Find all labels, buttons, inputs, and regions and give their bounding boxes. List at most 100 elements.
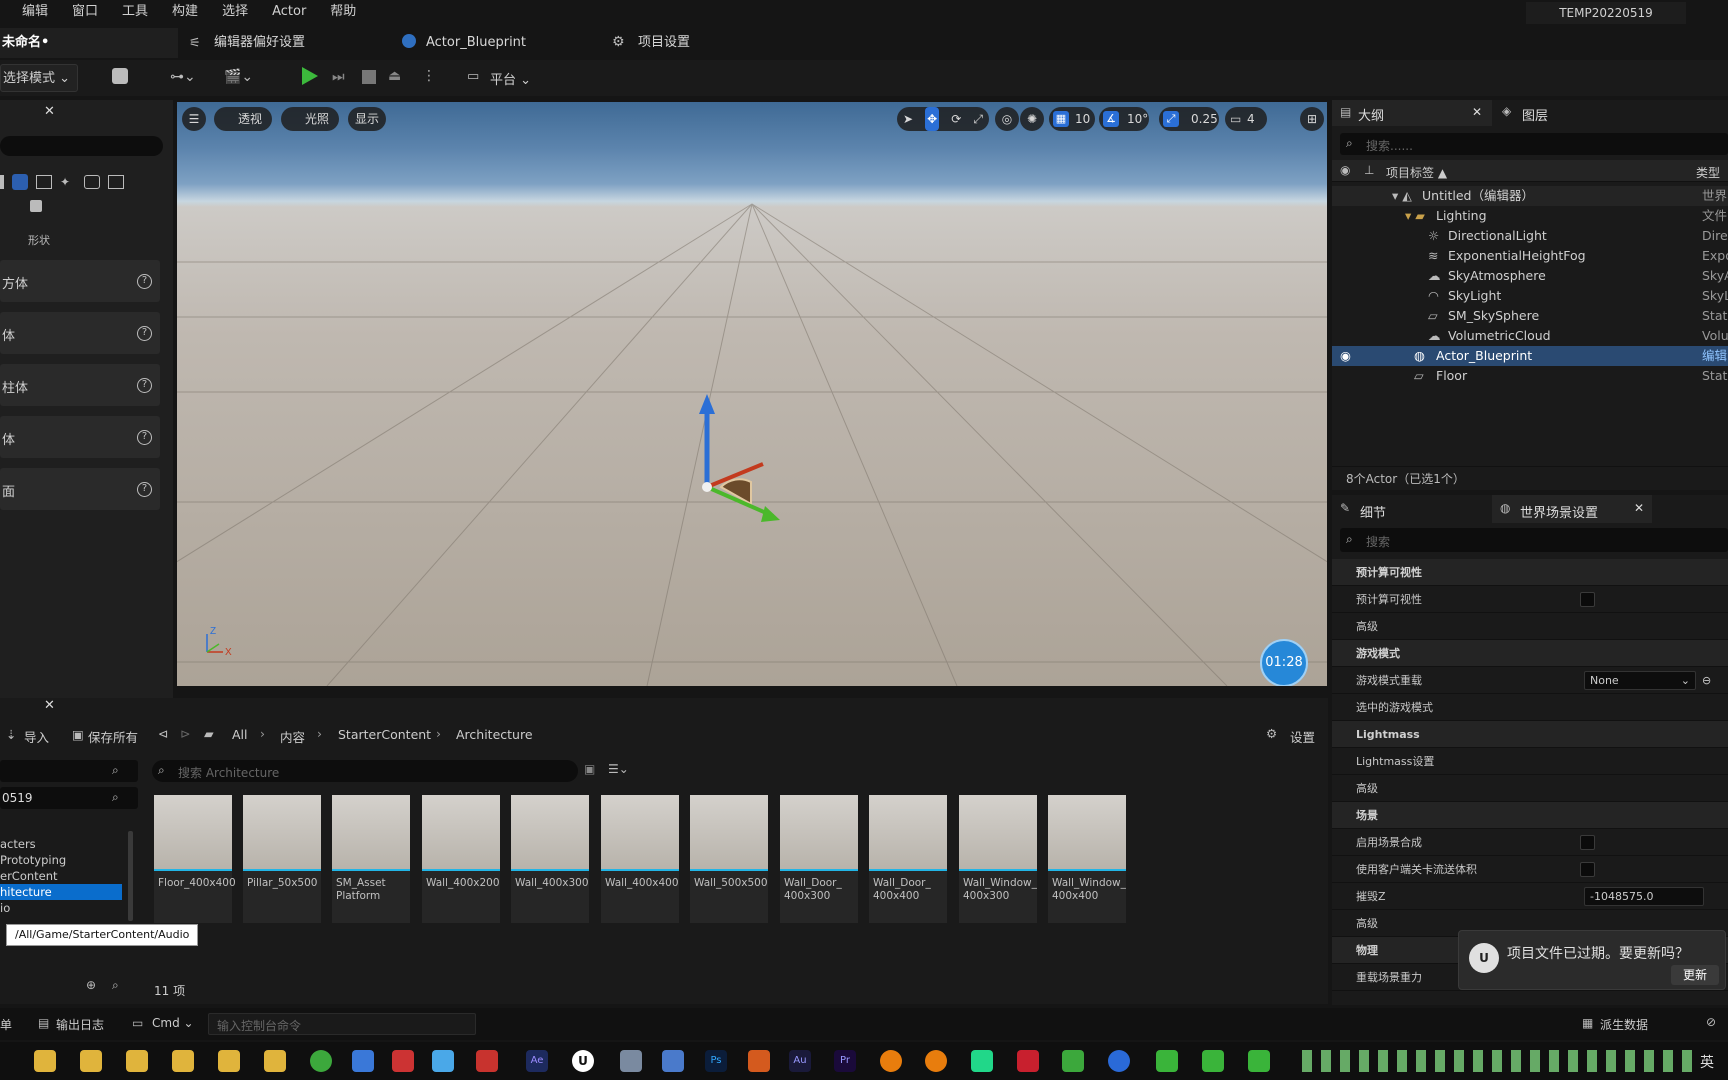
pycharm-icon[interactable] (971, 1050, 993, 1072)
close-icon[interactable]: ✕ (44, 698, 55, 713)
advanced-row[interactable]: 高级 (1332, 613, 1728, 640)
photoshop-icon[interactable]: Ps (705, 1050, 727, 1072)
audition-icon[interactable]: Au (789, 1050, 811, 1072)
language-indicator[interactable]: 英 (1700, 1052, 1714, 1072)
folder-icon[interactable] (218, 1050, 240, 1072)
tab-details[interactable]: 细节 (1360, 502, 1386, 521)
settings-button[interactable]: 设置 (1290, 727, 1315, 746)
asset-tile[interactable]: Wall_Door_ 400x300 (780, 795, 858, 923)
lighting-button[interactable]: 光照 (281, 107, 339, 131)
all-classes-icon[interactable] (108, 175, 124, 189)
folder-filter-input[interactable]: 0519 ⌕ (0, 787, 138, 809)
search-icon[interactable]: ⌕ (112, 978, 119, 993)
outliner-row[interactable]: ▱ SM_SkySphere Stati (1332, 306, 1728, 326)
add-filter-icon[interactable]: ⊕ (86, 978, 96, 992)
platform-menu[interactable]: 平台 ⌄ (490, 69, 531, 88)
source-control-icon[interactable]: ⊘ (1706, 1015, 1716, 1029)
show-button[interactable]: 显示 (348, 107, 386, 131)
forward-icon[interactable]: ⊳ (180, 726, 190, 741)
menu-tools[interactable]: 工具 (110, 0, 160, 24)
app-icon[interactable] (1108, 1050, 1130, 1072)
breadcrumb-content[interactable]: 内容 (280, 727, 305, 746)
expandable-row[interactable]: Lightmass设置 (1332, 748, 1728, 775)
shape-cone[interactable]: 体? (0, 416, 160, 458)
column-type[interactable]: 类型 (1696, 164, 1720, 181)
rotate-icon[interactable]: ⟳ (951, 107, 961, 131)
advanced-row[interactable]: 高级 (1332, 775, 1728, 802)
layout-icon[interactable]: ⊞ (1300, 107, 1324, 131)
sources-search-input[interactable]: ⌕ (0, 760, 138, 782)
close-icon[interactable]: ✕ (1634, 501, 1644, 515)
menu-edit[interactable]: 编辑 (10, 0, 60, 24)
outliner-row[interactable]: ≋ ExponentialHeightFog Expo (1332, 246, 1728, 266)
checkbox[interactable] (1580, 835, 1595, 850)
cmd-select[interactable]: Cmd ⌄ (152, 1016, 194, 1030)
scale-snap-icon[interactable]: ⤢ (1163, 111, 1179, 127)
step-icon[interactable]: ⏭ (332, 69, 345, 85)
app-icon[interactable] (476, 1050, 498, 1072)
visibility-icon[interactable]: ◉ (1340, 346, 1351, 366)
menu-help[interactable]: 帮助 (318, 0, 368, 24)
folder-icon[interactable] (126, 1050, 148, 1072)
folder-item[interactable]: Prototyping (0, 852, 134, 868)
asset-tile[interactable]: Pillar_50x500 (243, 795, 321, 923)
after-effects-icon[interactable]: Ae (526, 1050, 548, 1072)
asset-search-input[interactable]: ⌕ 搜索 Architecture (152, 760, 578, 782)
category-lightmass[interactable]: Lightmass (1332, 721, 1728, 748)
breadcrumb-architecture[interactable]: Architecture (456, 727, 533, 742)
world-local-icon[interactable]: ◎ (995, 107, 1019, 131)
folder-icon[interactable] (264, 1050, 286, 1072)
folder-icon[interactable] (34, 1050, 56, 1072)
iqiyi-icon[interactable] (1202, 1050, 1224, 1072)
help-icon[interactable]: ? (137, 378, 152, 393)
lights-icon[interactable] (36, 175, 52, 189)
tab-editor-preferences[interactable]: 编辑器偏好设置 (214, 28, 305, 58)
app-icon[interactable] (1248, 1050, 1270, 1072)
derived-data-button[interactable]: 派生数据 (1600, 1016, 1648, 1033)
breadcrumb-startercontent[interactable]: StarterContent (338, 727, 431, 742)
outliner-row-selected[interactable]: ◉ ◍ Actor_Blueprint 编辑 (1332, 346, 1728, 366)
asset-tile[interactable]: Wall_400x300 (511, 795, 589, 923)
tab-layers[interactable]: 图层 (1522, 105, 1548, 124)
reset-icon[interactable]: ⊖ (1702, 667, 1711, 694)
blueprint-menu-icon[interactable]: ⊶⌄ (170, 69, 196, 85)
eject-icon[interactable]: ⏏ (388, 68, 401, 84)
app-icon[interactable] (392, 1050, 414, 1072)
solidworks-icon[interactable] (1017, 1050, 1039, 1072)
move-icon[interactable]: ✥ (925, 107, 940, 131)
asset-tile[interactable]: Wall_Window_ 400x400 (1048, 795, 1126, 923)
folder-icon[interactable] (172, 1050, 194, 1072)
asset-tile[interactable]: Floor_400x400 (154, 795, 236, 923)
close-icon[interactable]: ✕ (44, 104, 55, 119)
asset-tile[interactable]: SM_Asset Platform (332, 795, 410, 923)
volumes-icon[interactable] (84, 175, 100, 189)
back-icon[interactable]: ⊲ (158, 726, 168, 741)
update-button[interactable]: 更新 (1671, 965, 1719, 985)
visual-effects-icon[interactable]: ✦ (60, 175, 76, 189)
play-icon[interactable] (302, 67, 318, 85)
shape-sphere[interactable]: 体? (0, 312, 160, 354)
save-all-button[interactable]: 保存所有 (88, 727, 138, 746)
details-search-input[interactable]: ⌕ 搜索 (1340, 528, 1728, 552)
menu-window[interactable]: 窗口 (60, 0, 110, 24)
category-game-mode[interactable]: 游戏模式 (1332, 640, 1728, 667)
close-icon[interactable]: ✕ (1472, 105, 1482, 119)
scale-icon[interactable]: ⤢ (973, 107, 983, 131)
perspective-button[interactable]: 透视 (214, 107, 272, 131)
folder-icon[interactable] (80, 1050, 102, 1072)
tab-project-settings[interactable]: 项目设置 (638, 28, 690, 58)
help-icon[interactable]: ? (137, 482, 152, 497)
recent-icon[interactable] (0, 175, 4, 189)
blender-icon[interactable] (925, 1050, 947, 1072)
app-icon[interactable] (310, 1050, 332, 1072)
shape-cylinder[interactable]: 柱体? (0, 364, 160, 406)
app-icon[interactable] (1062, 1050, 1084, 1072)
folder-item[interactable]: erContent (0, 868, 134, 884)
app-icon[interactable] (620, 1050, 642, 1072)
asset-tile[interactable]: Wall_400x200 (422, 795, 500, 923)
grid-snap-icon[interactable]: ▦ (1053, 111, 1069, 127)
basic-shapes-icon[interactable] (12, 174, 28, 190)
cinematics-icon[interactable]: 🎬⌄ (224, 69, 253, 85)
app-icon[interactable] (432, 1050, 454, 1072)
select-icon[interactable]: ➤ (903, 107, 913, 131)
